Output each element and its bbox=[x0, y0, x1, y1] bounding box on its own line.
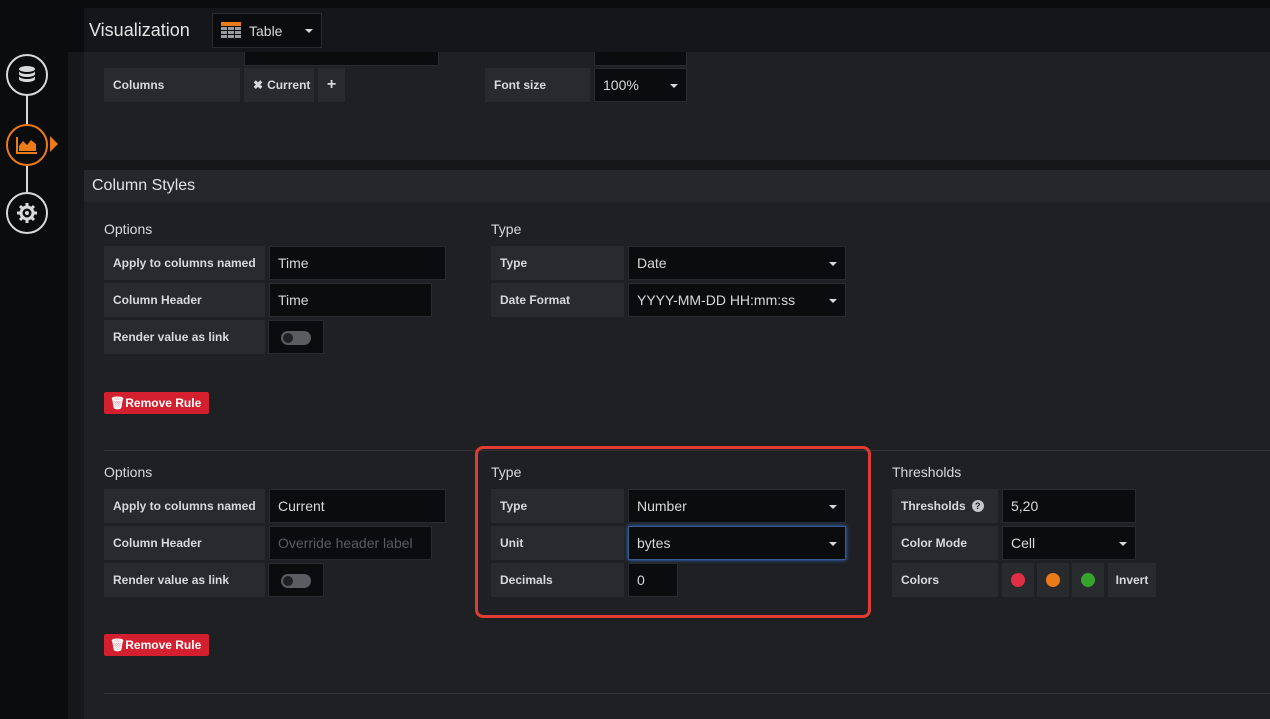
rule1-link-toggle[interactable] bbox=[268, 320, 324, 354]
font-size-select[interactable]: 100% bbox=[594, 68, 687, 102]
highlight-box bbox=[475, 446, 871, 618]
rule2-color-mode-select[interactable]: Cell bbox=[1002, 526, 1136, 560]
active-step-indicator bbox=[50, 136, 58, 152]
rule1-apply-input[interactable]: Time bbox=[269, 246, 446, 280]
visualization-type-label: Table bbox=[249, 22, 283, 39]
visualization-picker[interactable]: Table bbox=[212, 13, 322, 48]
rule2-link-label: Render value as link bbox=[104, 563, 265, 597]
rule2-header-label: Column Header bbox=[104, 526, 265, 560]
trash-icon: 🗑 bbox=[110, 396, 126, 410]
rule1-type-label: Type bbox=[491, 246, 624, 280]
rule2-link-toggle[interactable] bbox=[268, 563, 324, 597]
plus-icon: + bbox=[326, 76, 337, 93]
add-column-button[interactable]: + bbox=[318, 68, 345, 102]
rule2-thresholds-label: Thresholds? bbox=[892, 489, 998, 523]
column-styles-title: Column Styles bbox=[84, 170, 1270, 202]
chevron-down-icon bbox=[670, 84, 678, 88]
columns-label: Columns bbox=[104, 68, 240, 102]
question-circle-icon[interactable]: ? bbox=[971, 500, 984, 512]
color-dot bbox=[1081, 573, 1095, 587]
partial-input bbox=[594, 52, 687, 66]
chevron-down-icon bbox=[305, 29, 313, 33]
trash-icon: 🗑 bbox=[110, 638, 126, 652]
close-icon[interactable]: ✖ bbox=[253, 78, 263, 92]
color-swatch-mid[interactable] bbox=[1037, 563, 1069, 597]
rule1-link-label: Render value as link bbox=[104, 320, 265, 354]
cog-icon bbox=[17, 203, 37, 223]
database-icon bbox=[19, 66, 35, 82]
step-connector bbox=[26, 166, 28, 192]
chevron-down-icon bbox=[829, 299, 837, 303]
rule2-header-input[interactable]: Override header label bbox=[269, 526, 432, 560]
font-size-label: Font size bbox=[485, 68, 590, 102]
color-dot bbox=[1011, 573, 1025, 587]
rule-divider bbox=[104, 693, 1270, 694]
color-dot bbox=[1046, 573, 1060, 587]
table-icon bbox=[221, 21, 241, 38]
color-swatch-low[interactable] bbox=[1002, 563, 1034, 597]
rule2-thresholds-title: Thresholds bbox=[892, 464, 962, 480]
chevron-down-icon bbox=[829, 262, 837, 266]
rule1-options-title: Options bbox=[104, 221, 153, 237]
color-swatch-high[interactable] bbox=[1072, 563, 1104, 597]
rule2-options-title: Options bbox=[104, 464, 153, 480]
rule2-apply-label: Apply to columns named bbox=[104, 489, 265, 523]
chart-area-icon bbox=[16, 137, 37, 154]
rule2-thresholds-input[interactable]: 5,20 bbox=[1002, 489, 1136, 523]
page-title: Visualization bbox=[89, 20, 190, 40]
general-step-button[interactable] bbox=[6, 192, 48, 234]
rule2-colors-label: Colors bbox=[892, 563, 998, 597]
rule1-header-label: Column Header bbox=[104, 283, 265, 317]
partial-input bbox=[244, 52, 439, 66]
rule1-date-format-select[interactable]: YYYY-MM-DD HH:mm:ss bbox=[628, 283, 846, 317]
invert-colors-button[interactable]: Invert bbox=[1108, 563, 1156, 597]
rule1-apply-label: Apply to columns named bbox=[104, 246, 265, 280]
rule1-date-format-label: Date Format bbox=[491, 283, 624, 317]
rule1-type-select[interactable]: Date bbox=[628, 246, 846, 280]
rule2-apply-input[interactable]: Current bbox=[269, 489, 446, 523]
column-tag-current[interactable]: ✖ Current bbox=[244, 68, 314, 102]
visualization-step-button[interactable] bbox=[6, 124, 48, 166]
chevron-down-icon bbox=[1119, 542, 1127, 546]
rule1-remove-button[interactable]: 🗑 Remove Rule bbox=[104, 392, 210, 414]
step-connector bbox=[26, 94, 28, 124]
rule1-header-input[interactable]: Time bbox=[269, 283, 432, 317]
editor-side-nav bbox=[0, 0, 68, 719]
rule1-type-title: Type bbox=[491, 221, 522, 237]
rule2-remove-button[interactable]: 🗑 Remove Rule bbox=[104, 634, 210, 656]
rule2-color-mode-label: Color Mode bbox=[892, 526, 998, 560]
queries-step-button[interactable] bbox=[6, 54, 48, 96]
